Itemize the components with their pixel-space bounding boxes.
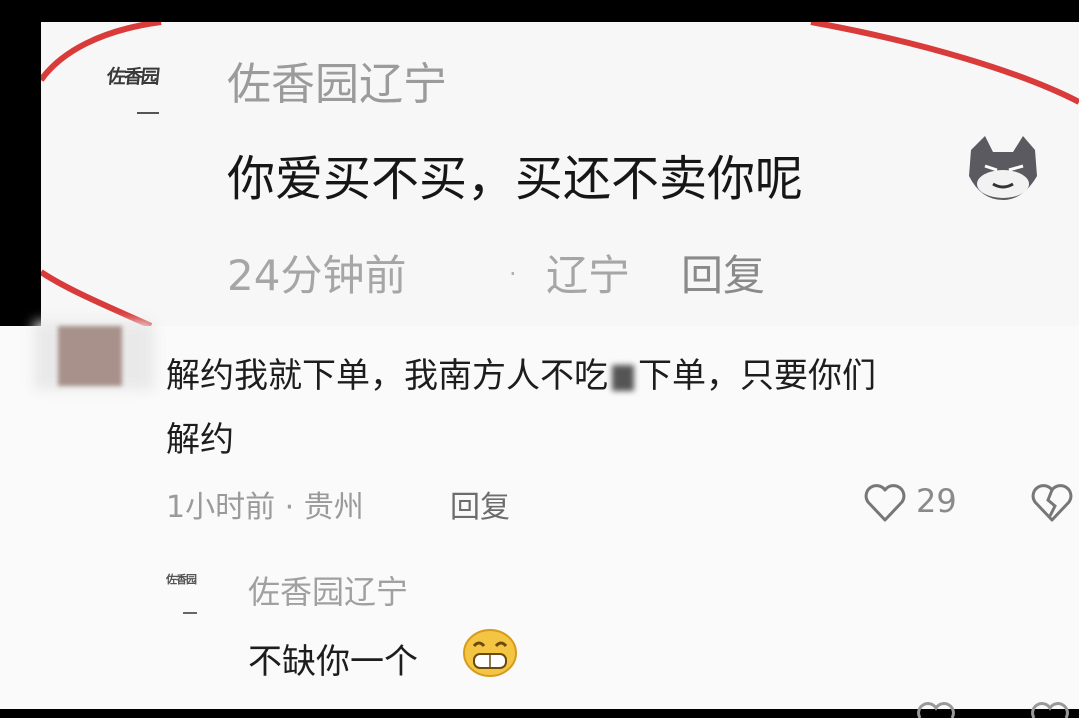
comment-text: 你爱买不买，买还不卖你呢 (227, 151, 804, 207)
like-heart-icon-cut[interactable] (916, 698, 956, 718)
dog-emoji-icon (969, 136, 1037, 200)
redacted-mark (612, 364, 634, 391)
brand-logo[interactable]: 佐香园 (106, 62, 160, 89)
comment-time: 24分钟前 (227, 251, 407, 300)
meta-separator: · (509, 260, 517, 288)
dislike-broken-heart-icon[interactable] (1030, 480, 1074, 526)
logo-underline (183, 612, 197, 614)
avatar[interactable] (58, 326, 122, 386)
comment-text-line2: 解约 (166, 420, 234, 460)
comment-list: 解约我就下单，我南方人不吃 下单，只要你们 解约 1小时前 · 贵州 回复 29 … (0, 322, 1079, 718)
comment-text-line1b: 下单，只要你们 (638, 356, 876, 396)
comment-location: 辽宁 (546, 251, 631, 300)
dislike-icon-cut[interactable] (1030, 698, 1070, 718)
comment-time-location: 1小时前 · 贵州 (166, 490, 364, 525)
zoomed-comment-card: 佐香园 佐香园辽宁 你爱买不买，买还不卖你呢 24分钟前 · 辽宁 回复 (41, 22, 1079, 326)
like-count: 29 (916, 482, 957, 520)
reply-button[interactable]: 回复 (450, 482, 510, 526)
reply-button[interactable]: 回复 (681, 242, 765, 303)
reply-username[interactable]: 佐香园辽宁 (248, 567, 408, 613)
logo-underline (137, 112, 159, 114)
comment-text-line1a: 解约我就下单，我南方人不吃 (166, 356, 608, 396)
grin-emoji-icon (463, 629, 517, 677)
comment-text: 解约我就下单，我南方人不吃 下单，只要你们 解约 (166, 344, 1066, 472)
like-heart-icon[interactable] (862, 480, 908, 526)
comment-username[interactable]: 佐香园辽宁 (227, 48, 447, 112)
reply-text: 不缺你一个 (248, 642, 418, 682)
brand-logo-small[interactable]: 佐香园 (166, 571, 197, 587)
